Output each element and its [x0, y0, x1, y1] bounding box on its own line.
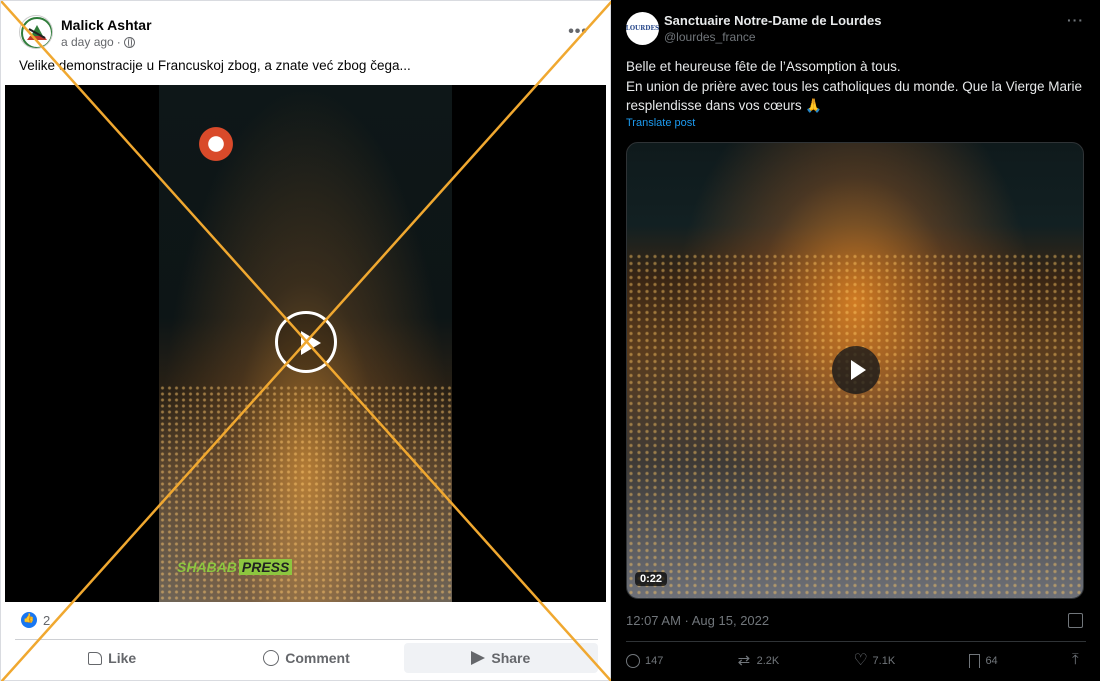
play-icon[interactable] — [832, 346, 880, 394]
post-text-line-2: En union de prière avec tous les catholi… — [626, 78, 1083, 114]
watermark: SHABAB PRESS — [177, 559, 293, 575]
play-icon[interactable] — [275, 311, 337, 373]
watermark-part2: PRESS — [238, 559, 293, 575]
repost-count: 2.2K — [756, 655, 780, 667]
author-name[interactable]: Malick Ashtar — [61, 17, 152, 33]
reply-count: 147 — [645, 655, 664, 667]
share-label: Share — [491, 650, 531, 666]
divider — [626, 641, 1086, 642]
post-text: Velike demonstracije u Francuskoj zbog, … — [19, 58, 411, 73]
thumbs-up-icon — [88, 651, 103, 665]
candle-procession-image — [627, 253, 1083, 598]
account-handle[interactable]: @lourdes_france — [664, 30, 756, 44]
account-name[interactable]: Sanctuaire Notre-Dame de Lourdes — [664, 13, 881, 28]
more-options-icon[interactable]: ••• — [568, 23, 588, 41]
comment-icon — [263, 650, 280, 666]
bookmark-icon — [969, 654, 981, 668]
post-header: Malick Ashtar a day ago · ••• — [19, 15, 594, 51]
globe-icon — [123, 36, 135, 48]
share-button[interactable] — [1072, 651, 1086, 668]
reaction-count: 2 — [43, 612, 51, 628]
like-button[interactable]: 7.1K — [854, 650, 896, 670]
divider — [15, 639, 598, 640]
like-button[interactable]: Like — [15, 643, 209, 673]
video-duration: 0:22 — [635, 572, 668, 586]
post-timestamp[interactable]: a day ago — [61, 35, 114, 49]
like-label: Like — [108, 650, 137, 666]
video-player[interactable]: 0:22 — [626, 142, 1084, 599]
heart-icon — [854, 650, 868, 670]
repost-button[interactable]: 2.2K — [738, 651, 780, 669]
share-button[interactable]: Share — [403, 643, 598, 673]
post-timestamp[interactable]: 12:07 AM · Aug 15, 2022 — [626, 613, 769, 628]
action-bar: Like Comment Share — [15, 643, 598, 673]
reply-button[interactable]: 147 — [626, 654, 663, 668]
avatar[interactable] — [19, 15, 53, 49]
like-reaction-icon — [21, 612, 37, 628]
like-count: 7.1K — [872, 655, 896, 667]
x-post: LOURDES Sanctuaire Notre-Dame de Lourdes… — [611, 0, 1100, 681]
video-player[interactable]: SHABAB PRESS — [5, 85, 606, 602]
bookmark-count: 64 — [985, 655, 998, 667]
share-icon — [1072, 651, 1086, 668]
more-options-icon[interactable]: ··· — [1067, 12, 1084, 28]
reactions-summary[interactable]: 2 — [21, 612, 50, 628]
post-text-line-1: Belle et heureuse fête de l’Assomption à… — [626, 59, 901, 74]
repost-icon — [738, 651, 752, 669]
watermark-part1: SHABAB — [177, 559, 237, 575]
post-text: Belle et heureuse fête de l’Assomption à… — [626, 57, 1086, 116]
translate-post-link[interactable]: Translate post — [626, 117, 695, 129]
engagement-bar: 147 2.2K 7.1K 64 — [626, 650, 1086, 671]
facebook-post: Malick Ashtar a day ago · ••• Velike dem… — [0, 0, 612, 681]
bookmark-button[interactable]: 64 — [969, 654, 998, 668]
comment-button[interactable]: Comment — [209, 643, 403, 673]
post-meta: a day ago · — [61, 35, 135, 49]
avatar-logo-icon — [21, 17, 52, 48]
comment-label: Comment — [285, 650, 350, 666]
reply-icon — [626, 654, 640, 668]
avatar[interactable]: LOURDES — [626, 12, 659, 45]
analytics-icon[interactable] — [1068, 613, 1083, 628]
share-icon — [471, 651, 486, 665]
channel-logo-icon — [197, 125, 235, 163]
